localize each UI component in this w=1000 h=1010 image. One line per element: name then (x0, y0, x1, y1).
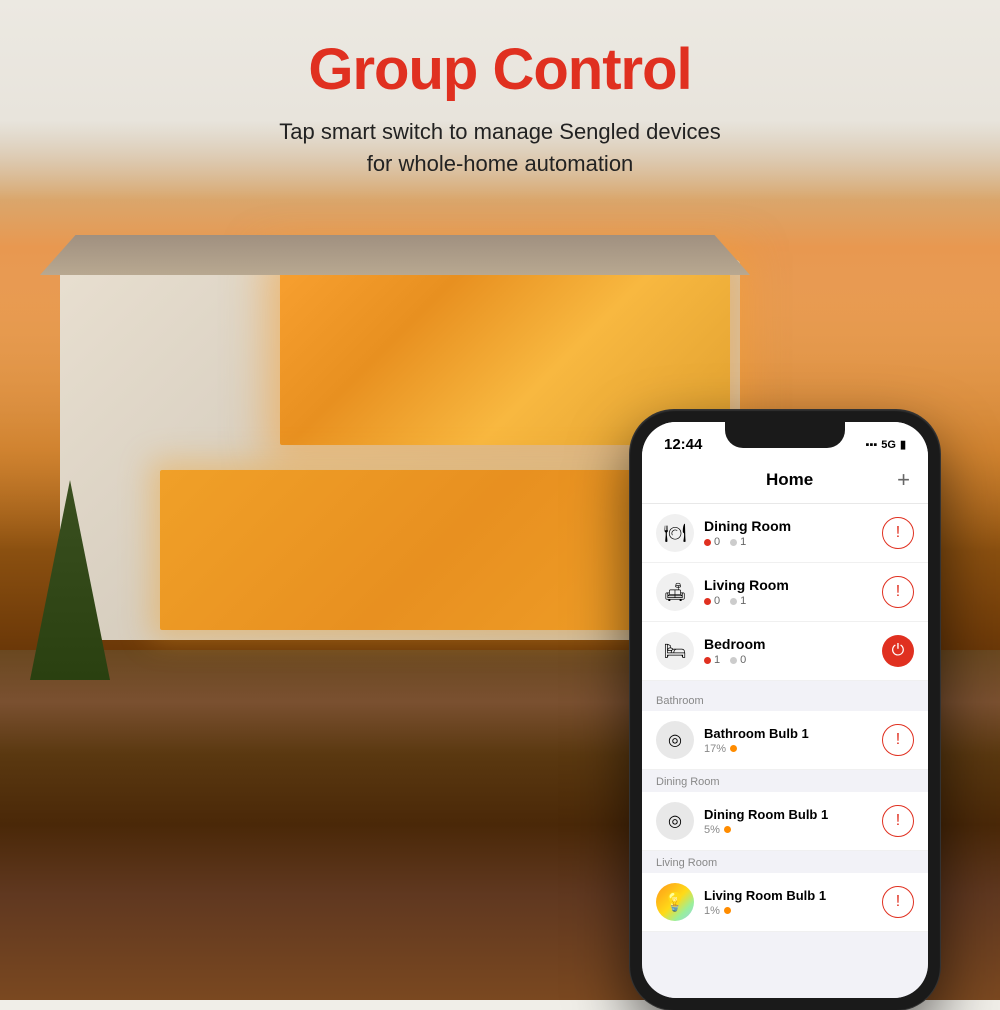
roof (40, 235, 750, 275)
header-section: Group Control Tap smart switch to manage… (0, 0, 1000, 200)
room-item-bedroom[interactable]: 🛏 Bedroom 1 0 (642, 622, 928, 681)
dining-room-name: Dining Room (704, 518, 882, 534)
color-bulb-icon: 💡 (664, 892, 686, 913)
dining-room-icon: 🍽 (664, 523, 687, 544)
living-room-info: Living Room 0 1 (704, 577, 882, 607)
bulb-ring-icon: ◎ (668, 730, 682, 750)
living-devices: 💡 Living Room Bulb 1 1% ! (642, 873, 928, 932)
dot-icon (730, 598, 737, 605)
signal-icon: ▪▪▪ (866, 439, 878, 451)
scroll-fade (642, 938, 928, 998)
room-item-living[interactable]: 🛋 Living Room 0 1 (642, 563, 928, 622)
dining-bulb-action[interactable]: ! (882, 805, 914, 837)
orange-dot-icon (724, 907, 731, 914)
battery-icon: ▮ (900, 438, 906, 451)
dining-bulb-name: Dining Room Bulb 1 (704, 807, 882, 822)
phone-notch (725, 422, 845, 448)
phone-mockup: 12:44 ▪▪▪ 5G ▮ Home + 🍽 (630, 410, 940, 1010)
living-room-icon-wrap: 🛋 (656, 573, 694, 611)
network-label: 5G (881, 439, 896, 451)
dining-stat-off: 0 (704, 536, 720, 548)
dot-icon (704, 657, 711, 664)
rooms-list: 🍽 Dining Room 0 1 (642, 504, 928, 681)
dining-bulb-1-item[interactable]: ◎ Dining Room Bulb 1 5% ! (642, 792, 928, 851)
dining-room-stats: 0 1 (704, 536, 882, 548)
status-icons: ▪▪▪ 5G ▮ (866, 438, 906, 451)
dining-room-action[interactable]: ! (882, 517, 914, 549)
living-bulb-1-item[interactable]: 💡 Living Room Bulb 1 1% ! (642, 873, 928, 932)
bedroom-stat-on: 0 (730, 654, 746, 666)
living-room-icon: 🛋 (664, 582, 687, 603)
living-room-name: Living Room (704, 577, 882, 593)
dot-icon (730, 539, 737, 546)
dot-icon (704, 598, 711, 605)
dot-icon (730, 657, 737, 664)
bedroom-power-button[interactable]: ⏻ (882, 635, 914, 667)
living-bulb-info: Living Room Bulb 1 1% (704, 888, 882, 917)
living-bulb-icon-wrap: 💡 (656, 883, 694, 921)
bathroom-bulb-1-item[interactable]: ◎ Bathroom Bulb 1 17% ! (642, 711, 928, 770)
app-header: Home + (642, 459, 928, 504)
section-label-bathroom: Bathroom (642, 689, 928, 711)
bedroom-stat-off: 1 (704, 654, 720, 666)
bathroom-devices: ◎ Bathroom Bulb 1 17% ! (642, 711, 928, 770)
dining-bulb-info: Dining Room Bulb 1 5% (704, 807, 882, 836)
living-bulb-name: Living Room Bulb 1 (704, 888, 882, 903)
living-room-stats: 0 1 (704, 595, 882, 607)
section-label-dining: Dining Room (642, 770, 928, 792)
bedroom-info: Bedroom 1 0 (704, 636, 882, 666)
page-subtitle: Tap smart switch to manage Sengled devic… (20, 116, 980, 180)
section-label-living: Living Room (642, 851, 928, 873)
dining-stat-on: 1 (730, 536, 746, 548)
bathroom-bulb-status: 17% (704, 743, 882, 755)
bedroom-icon: 🛏 (664, 641, 687, 662)
living-bulb-action[interactable]: ! (882, 886, 914, 918)
dining-devices: ◎ Dining Room Bulb 1 5% ! (642, 792, 928, 851)
bathroom-bulb-icon-wrap: ◎ (656, 721, 694, 759)
dining-room-icon-wrap: 🍽 (656, 514, 694, 552)
dining-bulb-status: 5% (704, 824, 882, 836)
dining-bulb-icon-wrap: ◎ (656, 802, 694, 840)
dot-icon (704, 539, 711, 546)
living-stat-on: 1 (730, 595, 746, 607)
bathroom-bulb-action[interactable]: ! (882, 724, 914, 756)
bedroom-stats: 1 0 (704, 654, 882, 666)
dining-room-info: Dining Room 0 1 (704, 518, 882, 548)
orange-dot-icon (724, 826, 731, 833)
app-title: Home (682, 470, 897, 490)
bedroom-name: Bedroom (704, 636, 882, 652)
living-room-action[interactable]: ! (882, 576, 914, 608)
page-title: Group Control (20, 38, 980, 102)
phone-frame: 12:44 ▪▪▪ 5G ▮ Home + 🍽 (630, 410, 940, 1010)
bulb-ring-icon: ◎ (668, 811, 682, 831)
phone-screen: 12:44 ▪▪▪ 5G ▮ Home + 🍽 (642, 422, 928, 998)
living-stat-off: 0 (704, 595, 720, 607)
bedroom-icon-wrap: 🛏 (656, 632, 694, 670)
room-item-dining[interactable]: 🍽 Dining Room 0 1 (642, 504, 928, 563)
status-time: 12:44 (664, 436, 702, 453)
bathroom-bulb-name: Bathroom Bulb 1 (704, 726, 882, 741)
add-button[interactable]: + (897, 467, 910, 493)
living-bulb-status: 1% (704, 905, 882, 917)
bathroom-bulb-info: Bathroom Bulb 1 17% (704, 726, 882, 755)
orange-dot-icon (730, 745, 737, 752)
